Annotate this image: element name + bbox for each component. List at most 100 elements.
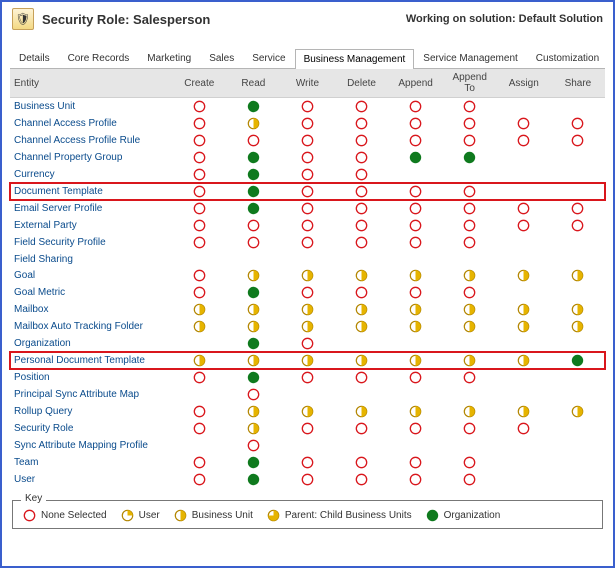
privilege-cell[interactable]	[280, 318, 334, 335]
privilege-cell[interactable]	[335, 369, 389, 386]
privilege-cell[interactable]	[172, 284, 226, 301]
entity-name[interactable]: Field Sharing	[10, 251, 172, 267]
entity-name[interactable]: Goal	[10, 267, 172, 284]
privilege-cell[interactable]	[389, 217, 443, 234]
privilege-cell[interactable]	[443, 234, 497, 251]
privilege-cell[interactable]	[443, 200, 497, 217]
privilege-cell[interactable]	[226, 132, 280, 149]
entity-name[interactable]: Goal Metric	[10, 284, 172, 301]
privilege-cell[interactable]	[335, 318, 389, 335]
privilege-cell[interactable]	[551, 132, 605, 149]
entity-name[interactable]: Rollup Query	[10, 403, 172, 420]
entity-name[interactable]: Principal Sync Attribute Map	[10, 386, 172, 403]
privilege-cell[interactable]	[389, 352, 443, 369]
privilege-cell[interactable]	[172, 132, 226, 149]
privilege-cell[interactable]	[443, 115, 497, 132]
privilege-cell[interactable]	[443, 403, 497, 420]
privilege-cell[interactable]	[335, 471, 389, 488]
privilege-cell[interactable]	[280, 149, 334, 166]
privilege-cell[interactable]	[172, 352, 226, 369]
privilege-cell[interactable]	[497, 115, 551, 132]
entity-name[interactable]: Channel Property Group	[10, 149, 172, 166]
entity-name[interactable]: Security Role	[10, 420, 172, 437]
privilege-cell[interactable]	[226, 352, 280, 369]
privilege-cell[interactable]	[172, 420, 226, 437]
privilege-cell[interactable]	[551, 301, 605, 318]
privilege-cell[interactable]	[443, 301, 497, 318]
privilege-cell[interactable]	[172, 471, 226, 488]
privilege-cell[interactable]	[389, 115, 443, 132]
entity-name[interactable]: User	[10, 471, 172, 488]
privilege-cell[interactable]	[389, 149, 443, 166]
privilege-cell[interactable]	[389, 301, 443, 318]
privilege-cell[interactable]	[551, 200, 605, 217]
entity-name[interactable]: Email Server Profile	[10, 200, 172, 217]
privilege-cell[interactable]	[226, 200, 280, 217]
privilege-cell[interactable]	[497, 403, 551, 420]
privilege-cell[interactable]	[226, 149, 280, 166]
privilege-cell[interactable]	[226, 420, 280, 437]
privilege-cell[interactable]	[172, 149, 226, 166]
privilege-cell[interactable]	[172, 234, 226, 251]
privilege-cell[interactable]	[172, 267, 226, 284]
privilege-cell[interactable]	[280, 335, 334, 352]
privilege-cell[interactable]	[443, 132, 497, 149]
privilege-cell[interactable]	[280, 267, 334, 284]
privilege-cell[interactable]	[280, 98, 334, 116]
privilege-cell[interactable]	[226, 369, 280, 386]
privilege-cell[interactable]	[226, 98, 280, 116]
privilege-cell[interactable]	[335, 234, 389, 251]
privilege-cell[interactable]	[226, 386, 280, 403]
privilege-cell[interactable]	[226, 234, 280, 251]
privilege-cell[interactable]	[335, 98, 389, 116]
privilege-cell[interactable]	[551, 267, 605, 284]
privilege-cell[interactable]	[389, 284, 443, 301]
privilege-cell[interactable]	[226, 284, 280, 301]
privilege-cell[interactable]	[226, 267, 280, 284]
privilege-cell[interactable]	[389, 420, 443, 437]
privilege-cell[interactable]	[226, 301, 280, 318]
privilege-cell[interactable]	[172, 200, 226, 217]
entity-name[interactable]: Position	[10, 369, 172, 386]
privilege-cell[interactable]	[497, 420, 551, 437]
privilege-cell[interactable]	[443, 369, 497, 386]
privilege-cell[interactable]	[497, 217, 551, 234]
privilege-cell[interactable]	[497, 132, 551, 149]
privilege-cell[interactable]	[335, 352, 389, 369]
tab-custom-entities[interactable]: Custom Entities	[608, 48, 615, 68]
privilege-cell[interactable]	[226, 335, 280, 352]
privilege-cell[interactable]	[389, 98, 443, 116]
privilege-cell[interactable]	[335, 403, 389, 420]
privilege-cell[interactable]	[443, 420, 497, 437]
privilege-cell[interactable]	[226, 115, 280, 132]
privilege-cell[interactable]	[335, 115, 389, 132]
privilege-cell[interactable]	[226, 403, 280, 420]
privilege-cell[interactable]	[497, 200, 551, 217]
privilege-cell[interactable]	[551, 352, 605, 369]
privilege-cell[interactable]	[226, 471, 280, 488]
tab-details[interactable]: Details	[10, 48, 59, 68]
privilege-cell[interactable]	[389, 454, 443, 471]
tab-marketing[interactable]: Marketing	[138, 48, 200, 68]
privilege-cell[interactable]	[172, 183, 226, 200]
privilege-cell[interactable]	[172, 166, 226, 183]
tab-business-management[interactable]: Business Management	[295, 49, 415, 69]
privilege-cell[interactable]	[389, 267, 443, 284]
entity-name[interactable]: Mailbox Auto Tracking Folder	[10, 318, 172, 335]
privilege-cell[interactable]	[172, 369, 226, 386]
privilege-cell[interactable]	[335, 301, 389, 318]
privilege-cell[interactable]	[497, 267, 551, 284]
privilege-cell[interactable]	[280, 454, 334, 471]
privilege-cell[interactable]	[389, 369, 443, 386]
entity-name[interactable]: Organization	[10, 335, 172, 352]
privilege-cell[interactable]	[497, 301, 551, 318]
privilege-cell[interactable]	[280, 301, 334, 318]
privilege-cell[interactable]	[389, 471, 443, 488]
privilege-cell[interactable]	[280, 132, 334, 149]
entity-name[interactable]: Personal Document Template	[10, 352, 172, 369]
privilege-cell[interactable]	[551, 217, 605, 234]
privilege-cell[interactable]	[335, 217, 389, 234]
privilege-cell[interactable]	[280, 369, 334, 386]
privilege-cell[interactable]	[172, 98, 226, 116]
entity-name[interactable]: External Party	[10, 217, 172, 234]
